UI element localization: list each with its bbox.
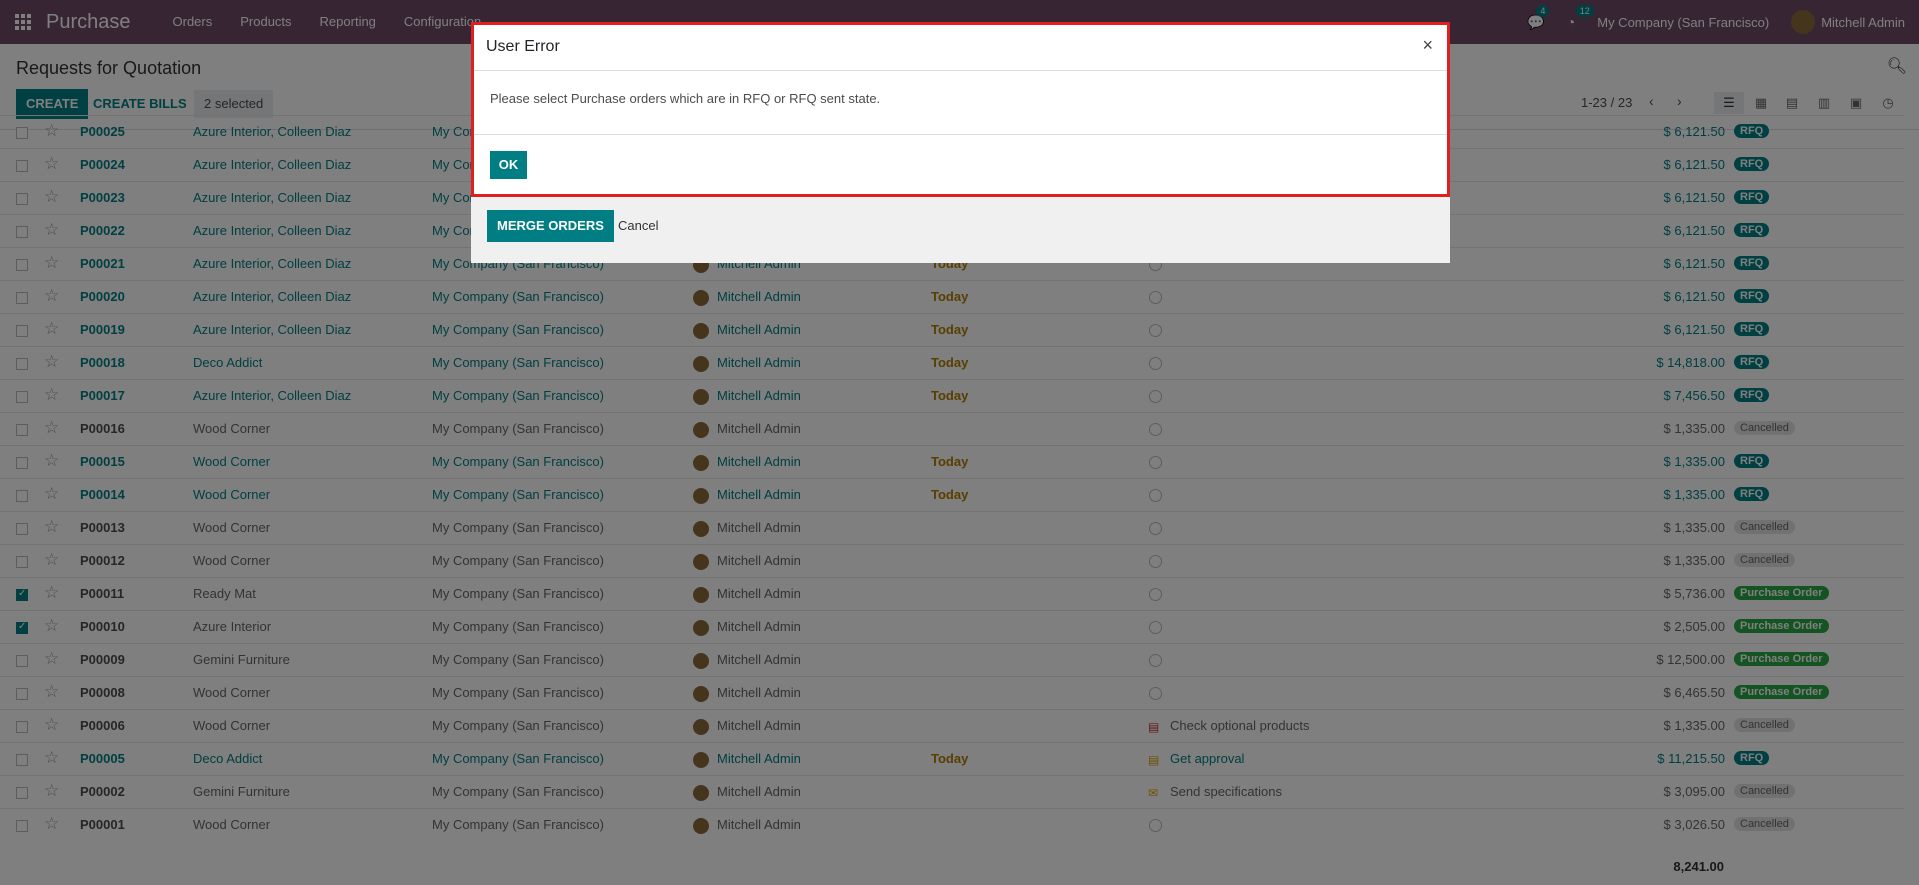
user-error-dialog: User Error × Please select Purchase orde…: [471, 22, 1450, 197]
merge-orders-dialog: MERGE ORDERS Cancel: [471, 195, 1450, 263]
ok-button[interactable]: OK: [490, 151, 527, 179]
dialog-title: User Error: [486, 38, 560, 55]
dialog-footer: OK: [474, 135, 1447, 195]
close-icon[interactable]: ×: [1422, 35, 1433, 56]
cancel-button[interactable]: Cancel: [618, 210, 658, 242]
dialog-header: User Error ×: [474, 25, 1447, 71]
error-message: Please select Purchase orders which are …: [490, 91, 881, 106]
dialog-body: Please select Purchase orders which are …: [474, 71, 1447, 135]
merge-orders-button[interactable]: MERGE ORDERS: [487, 210, 614, 242]
